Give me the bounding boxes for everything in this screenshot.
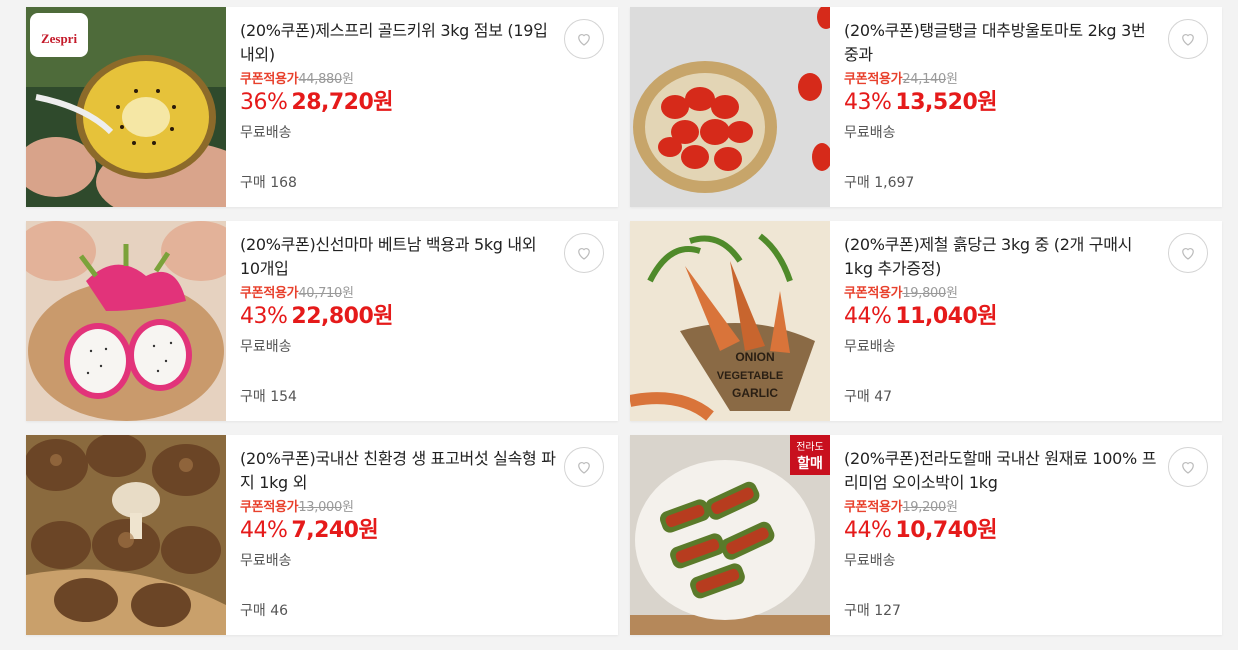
coupon-price-label: 쿠폰적용가 (844, 286, 903, 301)
kiwi-image: Zespri (26, 7, 226, 207)
coupon-price-label: 쿠폰적용가 (240, 286, 299, 301)
product-image[interactable] (26, 221, 226, 421)
price-row: 43% 22,800원 (240, 303, 560, 331)
product-image[interactable] (26, 435, 226, 635)
product-title[interactable]: (20%쿠폰)제철 흙당근 3kg 중 (2개 구매시 1kg 추가증정) (844, 233, 1164, 281)
heart-outline-icon (578, 34, 590, 46)
delivery-info: 무료배송 (844, 339, 896, 355)
sale-price: 22,800원 (291, 304, 394, 329)
coupon-price-label: 쿠폰적용가 (240, 72, 299, 87)
svg-text:GARLIC: GARLIC (732, 386, 778, 400)
price-unit: 원 (946, 500, 958, 515)
discount-rate: 36% (240, 90, 288, 115)
price-unit: 원 (342, 72, 354, 87)
price-row: 36% 28,720원 (240, 89, 560, 117)
original-price: 44,880 (298, 72, 342, 87)
original-price-row: 쿠폰적용가24,140원 (844, 71, 1164, 89)
wishlist-button[interactable] (564, 447, 604, 487)
product-title[interactable]: (20%쿠폰)탱글탱글 대추방울토마토 2kg 3번 중과 (844, 19, 1164, 67)
wishlist-button[interactable] (564, 233, 604, 273)
original-price-row: 쿠폰적용가40,710원 (240, 285, 560, 303)
carrot-image: ONION VEGETABLE GARLIC (630, 221, 830, 421)
discount-rate: 43% (240, 304, 288, 329)
heart-outline-icon (578, 462, 590, 474)
purchase-count: 구매 1,697 (844, 175, 915, 191)
dragonfruit-image (26, 221, 226, 421)
purchase-count: 구매 154 (240, 389, 297, 405)
delivery-info: 무료배송 (844, 553, 896, 569)
original-price-row: 쿠폰적용가19,800원 (844, 285, 1164, 303)
sale-price: 11,040원 (895, 304, 998, 329)
coupon-price-label: 쿠폰적용가 (844, 72, 903, 87)
discount-rate: 43% (844, 90, 892, 115)
product-image[interactable]: 전라도 할매 (630, 435, 830, 635)
svg-text:할매: 할매 (797, 455, 823, 472)
wishlist-button[interactable] (1168, 447, 1208, 487)
price-unit: 원 (342, 500, 354, 515)
sale-price: 10,740원 (895, 518, 998, 543)
product-image[interactable]: ONION VEGETABLE GARLIC (630, 221, 830, 421)
tomato-image (630, 7, 830, 207)
original-price-row: 쿠폰적용가19,200원 (844, 499, 1164, 517)
product-card[interactable]: 전라도 할매 (20%쿠폰)전라도할매 국내산 원재료 100% 프리미엄 오이… (630, 435, 1222, 635)
product-card[interactable]: (20%쿠폰)신선마마 베트남 백용과 5kg 내외 10개입 쿠폰적용가40,… (26, 221, 618, 421)
purchase-count: 구매 127 (844, 603, 901, 619)
sale-price: 7,240원 (291, 518, 379, 543)
svg-text:ONION: ONION (735, 350, 774, 364)
price-row: 44% 11,040원 (844, 303, 1164, 331)
kimchi-image: 전라도 할매 (630, 435, 830, 635)
product-title[interactable]: (20%쿠폰)제스프리 골드키위 3kg 점보 (19입 내외) (240, 19, 560, 67)
heart-outline-icon (1182, 34, 1194, 46)
purchase-count: 구매 46 (240, 603, 289, 619)
delivery-info: 무료배송 (240, 339, 292, 355)
price-row: 44% 10,740원 (844, 517, 1164, 545)
product-title[interactable]: (20%쿠폰)전라도할매 국내산 원재료 100% 프리미엄 오이소박이 1kg (844, 447, 1164, 495)
price-row: 43% 13,520원 (844, 89, 1164, 117)
original-price: 40,710 (298, 286, 342, 301)
wishlist-button[interactable] (564, 19, 604, 59)
product-image[interactable] (630, 7, 830, 207)
original-price-row: 쿠폰적용가44,880원 (240, 71, 560, 89)
original-price: 13,000 (298, 500, 342, 515)
discount-rate: 44% (240, 518, 288, 543)
mushroom-image (26, 435, 226, 635)
price-unit: 원 (946, 72, 958, 87)
purchase-count: 구매 168 (240, 175, 297, 191)
price-unit: 원 (946, 286, 958, 301)
product-grid: Zespri (20%쿠폰)제스프리 골드키위 3kg 점보 (19입 내외) … (0, 0, 1238, 650)
original-price-row: 쿠폰적용가13,000원 (240, 499, 560, 517)
delivery-info: 무료배송 (240, 553, 292, 569)
coupon-price-label: 쿠폰적용가 (844, 500, 903, 515)
sale-price: 13,520원 (895, 90, 998, 115)
delivery-info: 무료배송 (240, 125, 292, 141)
sale-price: 28,720원 (291, 90, 394, 115)
product-card[interactable]: ONION VEGETABLE GARLIC (20%쿠폰)제철 흙당근 3kg… (630, 221, 1222, 421)
delivery-info: 무료배송 (844, 125, 896, 141)
product-image[interactable]: Zespri (26, 7, 226, 207)
original-price: 24,140 (902, 72, 946, 87)
wishlist-button[interactable] (1168, 19, 1208, 59)
product-card[interactable]: (20%쿠폰)탱글탱글 대추방울토마토 2kg 3번 중과 쿠폰적용가24,14… (630, 7, 1222, 207)
purchase-count: 구매 47 (844, 389, 893, 405)
heart-outline-icon (1182, 462, 1194, 474)
wishlist-button[interactable] (1168, 233, 1208, 273)
svg-text:Zespri: Zespri (41, 31, 78, 46)
discount-rate: 44% (844, 304, 892, 329)
svg-text:전라도: 전라도 (796, 441, 824, 453)
heart-outline-icon (578, 248, 590, 260)
price-row: 44% 7,240원 (240, 517, 560, 545)
original-price: 19,200 (902, 500, 946, 515)
product-title[interactable]: (20%쿠폰)국내산 친환경 생 표고버섯 실속형 파지 1kg 외 (240, 447, 560, 495)
product-card[interactable]: (20%쿠폰)국내산 친환경 생 표고버섯 실속형 파지 1kg 외 쿠폰적용가… (26, 435, 618, 635)
product-card[interactable]: Zespri (20%쿠폰)제스프리 골드키위 3kg 점보 (19입 내외) … (26, 7, 618, 207)
original-price: 19,800 (902, 286, 946, 301)
price-unit: 원 (342, 286, 354, 301)
svg-text:VEGETABLE: VEGETABLE (717, 370, 783, 382)
product-title[interactable]: (20%쿠폰)신선마마 베트남 백용과 5kg 내외 10개입 (240, 233, 560, 281)
coupon-price-label: 쿠폰적용가 (240, 500, 299, 515)
heart-outline-icon (1182, 248, 1194, 260)
discount-rate: 44% (844, 518, 892, 543)
